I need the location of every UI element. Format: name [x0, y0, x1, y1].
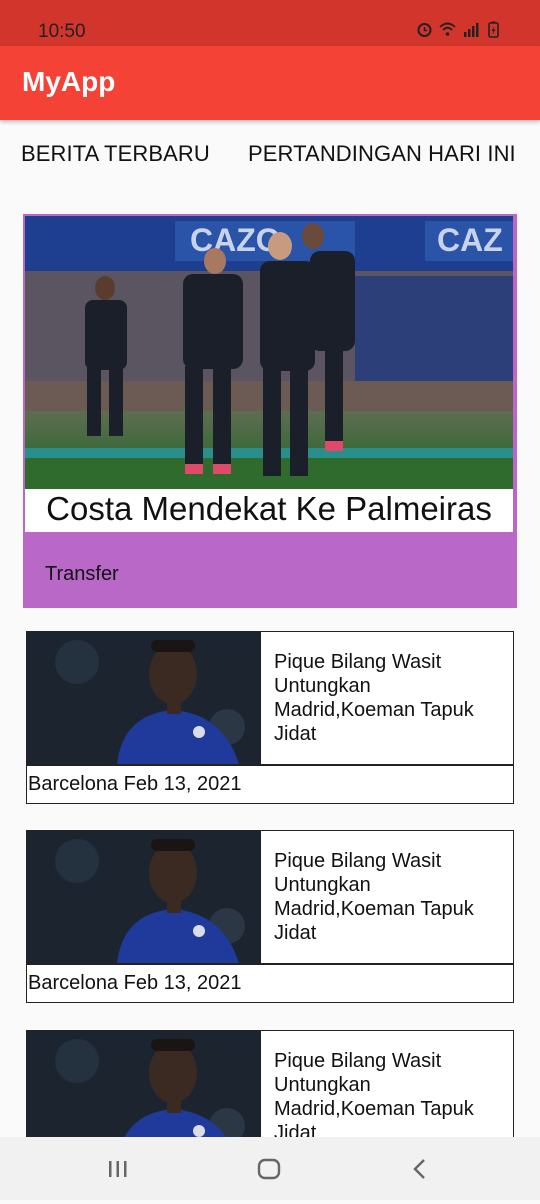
recents-icon[interactable] [104, 1155, 132, 1183]
app-bar: MyApp [0, 46, 540, 120]
svg-text:CAZO: CAZO [190, 222, 281, 258]
home-icon[interactable] [255, 1155, 283, 1183]
featured-image: CAZO CAZ [25, 216, 513, 489]
news-thumbnail [27, 632, 261, 764]
alarm-icon [416, 21, 433, 38]
signal-icon [462, 21, 479, 38]
tab-pertandingan-hari-ini[interactable]: PERTANDINGAN HARI INI [248, 141, 516, 167]
featured-news-card[interactable]: CAZO CAZ Costa Mendekat Ke Palmeiras Tra… [23, 214, 517, 608]
news-title: Pique Bilang Wasit Untungkan Madrid,Koem… [274, 1050, 474, 1144]
news-card[interactable]: Pique Bilang Wasit Untungkan Madrid,Koem… [26, 631, 514, 805]
news-card-top: Pique Bilang Wasit Untungkan Madrid,Koem… [26, 830, 514, 964]
news-thumbnail [27, 831, 261, 963]
battery-icon [485, 21, 502, 38]
news-meta: Barcelona Feb 13, 2021 [28, 972, 242, 994]
status-icons [416, 21, 502, 38]
featured-title: Costa Mendekat Ke Palmeiras [46, 490, 492, 527]
featured-category: Transfer [45, 563, 119, 585]
news-card-bottom: Barcelona Feb 13, 2021 [26, 765, 514, 804]
news-card-top: Pique Bilang Wasit Untungkan Madrid,Koem… [26, 631, 514, 765]
wifi-icon [439, 21, 456, 38]
tab-berita-terbaru[interactable]: BERITA TERBARU [21, 141, 210, 167]
news-card[interactable]: Pique Bilang Wasit Untungkan Madrid,Koem… [26, 830, 514, 1004]
app-title: MyApp [22, 66, 116, 97]
system-nav-bar [0, 1137, 540, 1200]
status-time: 10:50 [38, 21, 86, 42]
featured-image-frame: CAZO CAZ Costa Mendekat Ke Palmeiras [25, 216, 513, 532]
tab-bar: BERITA TERBARU PERTANDINGAN HARI INI [0, 125, 540, 185]
back-icon[interactable] [406, 1155, 434, 1183]
svg-text:CAZ: CAZ [437, 222, 503, 258]
news-title: Pique Bilang Wasit Untungkan Madrid,Koem… [274, 850, 474, 944]
status-bar: 10:50 [0, 0, 540, 46]
news-meta: Barcelona Feb 13, 2021 [28, 773, 242, 795]
news-card-bottom: Barcelona Feb 13, 2021 [26, 964, 514, 1003]
news-title: Pique Bilang Wasit Untungkan Madrid,Koem… [274, 651, 474, 745]
